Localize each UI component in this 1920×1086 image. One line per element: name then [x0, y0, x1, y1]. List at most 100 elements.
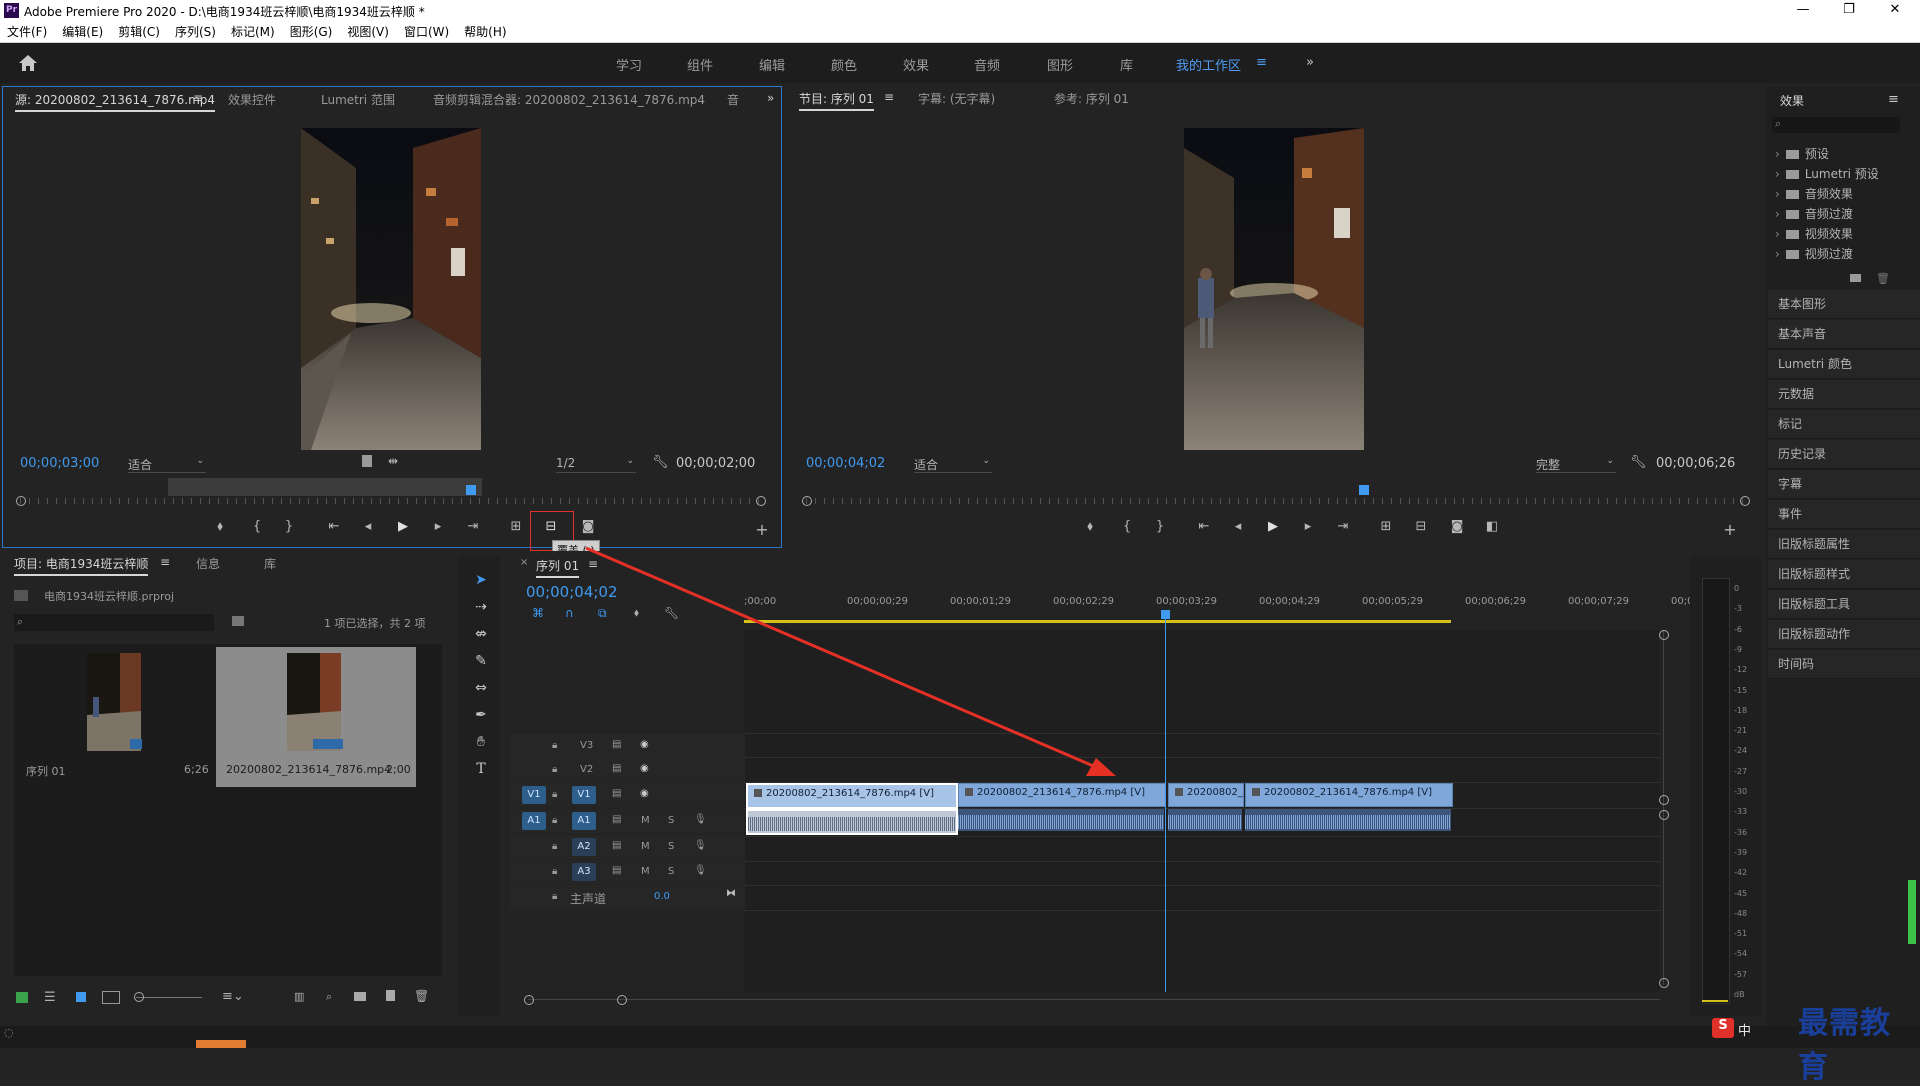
program-fit-dropdown[interactable]: 适合 ⌄: [914, 456, 992, 473]
go-to-out-icon[interactable]: ⇥: [1333, 519, 1353, 534]
hand-tool-icon[interactable]: ✋︎: [470, 731, 492, 753]
play-icon[interactable]: ▶: [393, 519, 413, 534]
master-volume[interactable]: 0.0: [654, 891, 670, 902]
source-timecode-in[interactable]: 00;00;03;00: [20, 456, 99, 471]
timeline-horizontal-scrollbar[interactable]: [528, 999, 1660, 1000]
type-tool-icon[interactable]: T: [470, 758, 492, 780]
project-search-input[interactable]: ⌕: [14, 614, 214, 631]
eye-icon[interactable]: ◉: [640, 788, 649, 799]
track-target-a1[interactable]: A1: [572, 812, 596, 830]
eye-icon[interactable]: ◉: [640, 763, 649, 774]
go-to-end-icon[interactable]: ⧓: [726, 888, 736, 899]
workspace-more-icon[interactable]: »: [1306, 55, 1314, 70]
trash-icon[interactable]: 🗑︎: [414, 989, 429, 1003]
close-icon[interactable]: ×: [520, 557, 528, 568]
solo-button[interactable]: S: [668, 866, 674, 877]
workspace-tab-color[interactable]: 颜色: [831, 55, 857, 74]
step-back-icon[interactable]: ◂: [358, 519, 378, 534]
program-scrub-bar[interactable]: [802, 485, 1750, 506]
new-bin-icon[interactable]: [1850, 274, 1861, 282]
go-to-out-icon[interactable]: ⇥: [463, 519, 483, 534]
new-bin-icon[interactable]: [354, 992, 366, 1001]
linked-selection-icon[interactable]: ⧉: [598, 606, 607, 621]
project-menu-icon[interactable]: ≡: [160, 555, 170, 569]
eye-icon[interactable]: ◉: [640, 739, 649, 750]
maximize-button[interactable]: ❐: [1834, 2, 1864, 17]
workspace-tab-libraries[interactable]: 库: [1120, 55, 1133, 74]
find-bin-icon[interactable]: [232, 616, 244, 626]
wrench-icon[interactable]: 🔧︎: [1630, 455, 1647, 470]
workspace-tab-audio[interactable]: 音频: [974, 55, 1000, 74]
timeline-settings-icon[interactable]: 🔧︎: [664, 606, 679, 620]
timeline-menu-icon[interactable]: ≡: [588, 557, 598, 571]
source-expand-icon[interactable]: »: [767, 91, 774, 105]
timeline-audio-clip-2[interactable]: [958, 809, 1164, 831]
sync-lock-icon[interactable]: ▤: [612, 865, 621, 876]
program-resolution-dropdown[interactable]: 完整 ⌄: [1536, 456, 1616, 473]
effects-folder-video-effects[interactable]: › 视频效果: [1775, 225, 1853, 242]
tab-project[interactable]: 项目: 电商1934班云梓顺: [14, 555, 149, 576]
mute-button[interactable]: M: [641, 866, 650, 877]
program-timecode-in[interactable]: 00;00;04;02: [806, 456, 885, 471]
sync-lock-icon[interactable]: ▤: [612, 763, 621, 774]
workspace-tab-graphics[interactable]: 图形: [1047, 55, 1073, 74]
scroll-handle[interactable]: [1659, 795, 1669, 805]
track-target-a3[interactable]: A3: [572, 863, 596, 881]
workspace-tab-assembly[interactable]: 组件: [687, 55, 713, 74]
panel-legacy-title-properties[interactable]: 旧版标题属性: [1768, 530, 1920, 559]
tab-lumetri-scopes[interactable]: Lumetri 范围: [321, 91, 395, 108]
list-view-icon[interactable]: ☰: [44, 990, 56, 1005]
trash-icon[interactable]: 🗑︎: [1876, 272, 1890, 285]
tab-captions[interactable]: 字幕: (无字幕): [918, 90, 995, 107]
mark-in-icon[interactable]: {: [1117, 519, 1137, 534]
sync-lock-icon[interactable]: ▤: [612, 814, 621, 825]
panel-essential-sound[interactable]: 基本声音: [1768, 320, 1920, 349]
sync-lock-icon[interactable]: ▤: [612, 788, 621, 799]
effects-menu-icon[interactable]: ≡: [1888, 92, 1899, 107]
project-item-sequence[interactable]: 序列 01 6;26: [16, 647, 212, 787]
workspace-tab-my-workspace[interactable]: 我的工作区: [1176, 55, 1241, 74]
razor-tool-icon[interactable]: ✎: [470, 650, 492, 672]
automate-icon[interactable]: ▥: [294, 990, 304, 1003]
add-marker-icon[interactable]: ⬧: [210, 519, 230, 534]
home-icon[interactable]: [18, 54, 38, 72]
close-button[interactable]: ✕: [1880, 2, 1910, 17]
lift-icon[interactable]: ⊞: [1376, 519, 1396, 534]
timeline-clip-v1-3[interactable]: 20200802_: [1168, 783, 1244, 807]
source-patch-v1[interactable]: V1: [522, 786, 546, 804]
timeline-vertical-scrollbar[interactable]: [1663, 630, 1664, 985]
step-back-icon[interactable]: ◂: [1228, 519, 1248, 534]
effects-search-input[interactable]: ⌕: [1772, 117, 1900, 133]
panel-captions[interactable]: 字幕: [1768, 470, 1920, 499]
mute-button[interactable]: M: [641, 815, 650, 826]
microphone-icon[interactable]: 🎙︎: [694, 865, 707, 876]
find-icon[interactable]: ⌕: [326, 990, 332, 1004]
overwrite-icon[interactable]: ⊟: [541, 519, 561, 534]
wrench-icon[interactable]: 🔧︎: [652, 455, 669, 470]
timeline-playhead[interactable]: [1161, 610, 1170, 619]
nest-icon[interactable]: ⌘: [532, 606, 544, 620]
camera-icon[interactable]: ◙: [1447, 519, 1467, 534]
sync-lock-icon[interactable]: ▤: [612, 840, 621, 851]
panel-markers[interactable]: 标记: [1768, 410, 1920, 439]
menu-graphics[interactable]: 图形(G): [283, 22, 341, 42]
menu-help[interactable]: 帮助(H): [457, 22, 514, 42]
step-forward-icon[interactable]: ▸: [428, 519, 448, 534]
source-resolution-dropdown[interactable]: 1/2 ⌄: [556, 456, 636, 473]
camera-icon[interactable]: ◙: [578, 519, 598, 534]
scroll-handle[interactable]: [1659, 978, 1669, 988]
slip-tool-icon[interactable]: ⇔: [470, 677, 492, 699]
panel-lumetri-color[interactable]: Lumetri 颜色: [1768, 350, 1920, 379]
zoom-handle-right[interactable]: [756, 496, 766, 506]
ripple-edit-tool-icon[interactable]: ⇎: [470, 623, 492, 645]
panel-legacy-title-styles[interactable]: 旧版标题样式: [1768, 560, 1920, 589]
zoom-handle-left[interactable]: [802, 496, 812, 506]
add-button-icon[interactable]: +: [752, 520, 772, 539]
scroll-handle[interactable]: [1659, 630, 1669, 640]
panel-events[interactable]: 事件: [1768, 500, 1920, 529]
microphone-icon[interactable]: 🎙︎: [694, 814, 707, 825]
zoom-slider-handle[interactable]: [134, 992, 144, 1002]
scroll-handle[interactable]: [524, 995, 534, 1005]
panel-metadata[interactable]: 元数据: [1768, 380, 1920, 409]
mute-button[interactable]: M: [641, 841, 650, 852]
